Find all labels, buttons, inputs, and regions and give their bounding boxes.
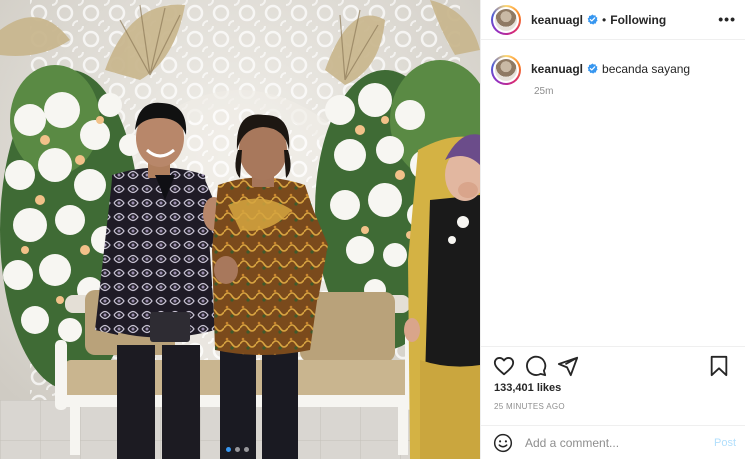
caption-avatar[interactable] xyxy=(491,55,521,85)
post-comment-button[interactable]: Post xyxy=(714,437,736,449)
carousel-dot xyxy=(244,447,249,452)
post-photo[interactable] xyxy=(0,0,480,459)
caption: keanuagl becanda sayang xyxy=(491,55,736,85)
carousel-dot xyxy=(235,447,240,452)
comment-bar: Post xyxy=(481,425,745,459)
following-button[interactable]: Following xyxy=(610,13,666,27)
caption-text: keanuagl becanda sayang xyxy=(531,62,690,77)
header-separator: • xyxy=(602,12,607,27)
avatar[interactable] xyxy=(491,4,521,35)
likes-count[interactable]: 133,401 likes xyxy=(494,382,561,394)
post-timestamp[interactable]: 25 MINUTES AGO xyxy=(494,402,565,411)
comment-icon[interactable] xyxy=(525,355,547,377)
more-options-icon[interactable]: ••• xyxy=(718,12,736,26)
emoji-icon[interactable] xyxy=(493,433,513,453)
bookmark-icon[interactable] xyxy=(708,355,730,377)
wedding-photo-illustration xyxy=(0,0,480,459)
carousel-indicator xyxy=(226,447,249,452)
caption-body: becanda sayang xyxy=(602,62,691,76)
caption-time[interactable]: 25m xyxy=(534,86,553,97)
instagram-post: keanuagl • Following ••• keanuagl becand… xyxy=(0,0,745,459)
verified-badge-icon xyxy=(587,63,598,74)
comment-input[interactable] xyxy=(525,435,705,450)
post-side-panel: keanuagl • Following ••• keanuagl becand… xyxy=(480,0,745,459)
post-header: keanuagl • Following ••• xyxy=(481,0,745,40)
caption-username[interactable]: keanuagl xyxy=(531,62,583,76)
carousel-dot xyxy=(226,447,231,452)
header-username[interactable]: keanuagl xyxy=(531,13,583,27)
action-bar xyxy=(481,346,745,382)
share-icon[interactable] xyxy=(557,355,579,377)
heart-icon[interactable] xyxy=(493,355,515,377)
verified-badge-icon xyxy=(587,14,598,25)
